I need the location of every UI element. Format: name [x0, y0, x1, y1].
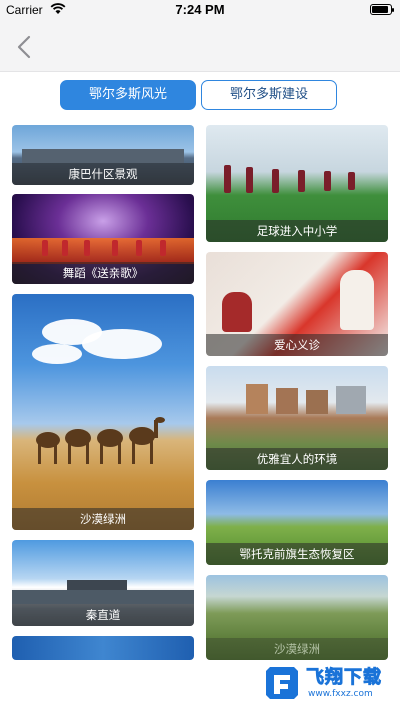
student	[272, 169, 279, 193]
gallery-tile-otog-front-banner[interactable]: 鄂托克前旗生态恢复区	[206, 480, 388, 565]
watermark-url: www.fxxz.com	[308, 689, 373, 699]
dancer	[160, 240, 166, 256]
tab-ordos-scenery[interactable]: 鄂尔多斯风光	[60, 80, 196, 110]
app-screen: Carrier 7:24 PM 鄂尔多斯风光 鄂尔多斯建设 康巴什区景观 舞蹈《…	[0, 0, 400, 711]
building	[246, 384, 268, 414]
tile-caption: 沙漠绿洲	[12, 508, 194, 530]
battery-fill	[372, 6, 388, 13]
city-skyline	[22, 149, 184, 163]
tile-caption: 康巴什区景观	[12, 163, 194, 185]
fxxz-logo-icon	[266, 667, 298, 699]
segmented-tabs: 鄂尔多斯风光 鄂尔多斯建设	[60, 80, 338, 110]
tile-caption: 足球进入中小学	[206, 220, 388, 242]
building	[306, 390, 328, 414]
tile-caption: 沙漠绿洲	[206, 638, 388, 660]
student	[298, 170, 305, 192]
status-bar: Carrier 7:24 PM	[0, 0, 400, 20]
gate-roof	[67, 580, 127, 590]
dancer	[136, 240, 142, 256]
gallery-tile-partial[interactable]	[12, 636, 194, 660]
dancer	[112, 240, 118, 256]
camels-illustration	[36, 417, 165, 464]
gallery-tile-qin-road[interactable]: 秦直道	[12, 540, 194, 626]
doctor-figure	[340, 270, 374, 330]
tab-ordos-construction[interactable]: 鄂尔多斯建设	[201, 80, 337, 110]
cloud	[32, 344, 82, 364]
student	[224, 165, 231, 193]
gallery-tile-football[interactable]: 足球进入中小学	[206, 125, 388, 242]
student	[348, 172, 355, 190]
building	[276, 388, 298, 414]
gallery-tile-dance[interactable]: 舞蹈《送亲歌》	[12, 194, 194, 284]
battery-icon	[370, 4, 394, 15]
tile-caption: 优雅宜人的环境	[206, 448, 388, 470]
tile-caption: 爱心义诊	[206, 334, 388, 356]
site-watermark: 飞翔下载 www.fxxz.com	[262, 661, 388, 705]
tile-caption: 鄂托克前旗生态恢复区	[206, 543, 388, 565]
photo-gallery: 康巴什区景观 舞蹈《送亲歌》 沙漠绿洲 秦直道 足球进入中小学 爱心义诊 优雅宜…	[0, 120, 400, 660]
clock: 7:24 PM	[175, 2, 225, 17]
dance-stage	[12, 238, 194, 264]
cloud	[82, 329, 162, 359]
tile-caption: 舞蹈《送亲歌》	[12, 262, 194, 284]
student	[324, 171, 331, 191]
tile-caption: 秦直道	[12, 604, 194, 626]
gallery-tile-kangbashi[interactable]: 康巴什区景观	[12, 125, 194, 185]
watermark-title: 飞翔下载	[306, 667, 382, 689]
dancer	[62, 240, 68, 256]
patient-figure	[222, 292, 252, 332]
gallery-tile-free-clinic[interactable]: 爱心义诊	[206, 252, 388, 356]
gallery-tile-desert-oasis[interactable]: 沙漠绿洲	[12, 294, 194, 530]
ancient-wall	[12, 590, 194, 604]
nav-bar	[0, 20, 400, 72]
student	[246, 167, 253, 193]
back-button[interactable]	[10, 32, 40, 62]
gallery-tile-partial-right[interactable]: 沙漠绿洲	[206, 575, 388, 660]
building	[336, 386, 366, 414]
dancer	[42, 240, 48, 256]
dancer	[84, 240, 90, 256]
gallery-tile-environment[interactable]: 优雅宜人的环境	[206, 366, 388, 470]
chevron-left-icon	[17, 35, 31, 59]
